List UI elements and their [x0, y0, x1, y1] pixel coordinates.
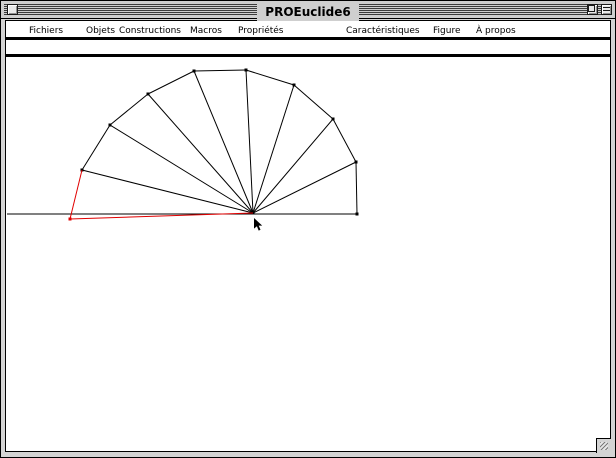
figure-segment-black	[253, 85, 294, 213]
menu-objets[interactable]: Objets	[86, 21, 115, 40]
vertex-marker-black	[147, 93, 150, 96]
figure-segment-black	[194, 70, 246, 71]
figure-segment-red	[70, 170, 82, 219]
figure-segment-black	[82, 125, 110, 170]
vertex-marker-black	[293, 84, 296, 87]
figure-segment-black	[194, 71, 253, 213]
vertex-marker-black	[355, 161, 358, 164]
figure-segment-black	[82, 170, 253, 213]
vertex-marker-black	[193, 70, 196, 73]
figure-segment-black	[253, 119, 333, 213]
window-content: Fichiers Objets Constructions Macros Pro…	[5, 20, 611, 452]
figure-segment-black	[148, 94, 253, 213]
figure-segment-red	[70, 213, 253, 219]
resize-grip-icon[interactable]	[596, 438, 611, 453]
title-bar[interactable]: PROEuclide6	[1, 1, 615, 19]
window-title-wrap: PROEuclide6	[1, 1, 615, 19]
vertex-marker-black	[332, 118, 335, 121]
collapse-box-icon[interactable]	[601, 4, 612, 15]
menu-macros[interactable]: Macros	[190, 21, 222, 40]
figure-segment-black	[246, 70, 294, 85]
vertex-marker-black	[356, 213, 359, 216]
menu-fichiers[interactable]: Fichiers	[29, 21, 63, 40]
menu-proprietes[interactable]: Propriétés	[238, 21, 283, 40]
close-box-icon[interactable]	[7, 4, 18, 15]
figure-segment-black	[333, 119, 356, 162]
zoom-box-icon[interactable]	[587, 4, 598, 15]
figure-segment-black	[110, 94, 148, 125]
figure-segment-black	[294, 85, 333, 119]
app-window: PROEuclide6 Fichiers Objets Construction…	[0, 0, 616, 458]
figure-svg	[1, 0, 616, 455]
vertex-marker-red	[69, 218, 72, 221]
menu-gap-strip	[6, 40, 610, 54]
menu-caracteristiques[interactable]: Caractéristiques	[346, 21, 420, 40]
vertex-marker-black	[109, 124, 112, 127]
figure-segment-black	[356, 162, 357, 214]
figure-segment-black	[253, 162, 356, 213]
drawing-canvas[interactable]	[6, 57, 610, 451]
vertex-marker-black	[81, 169, 84, 172]
menu-constructions[interactable]: Constructions	[119, 21, 181, 40]
window-title: PROEuclide6	[257, 3, 358, 21]
vertex-marker-black	[252, 212, 255, 215]
figure-segment-black	[148, 71, 194, 94]
menu-figure[interactable]: Figure	[433, 21, 460, 40]
menu-bar: Fichiers Objets Constructions Macros Pro…	[6, 21, 610, 40]
menu-a-propos[interactable]: À propos	[476, 21, 516, 40]
mouse-cursor	[254, 218, 262, 231]
figure-segment-black	[110, 125, 253, 213]
figure-segment-black	[246, 70, 253, 213]
vertex-marker-black	[245, 69, 248, 72]
